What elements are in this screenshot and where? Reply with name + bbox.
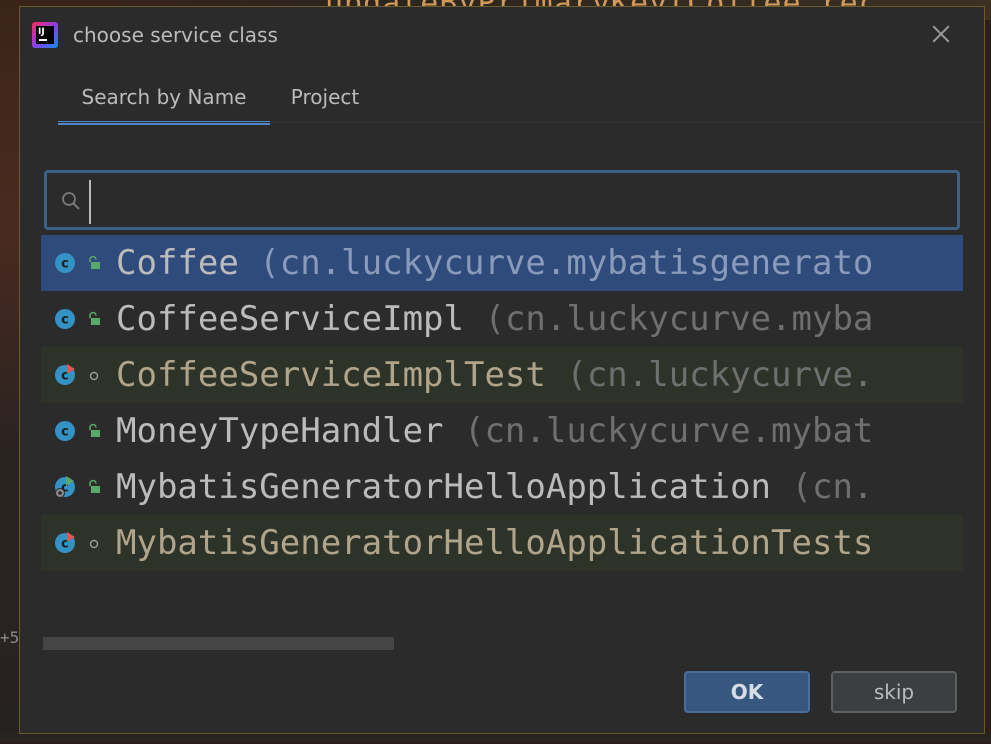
test-class-icon: c (55, 532, 75, 553)
public-lock-icon (89, 479, 100, 493)
class-name: CoffeeServiceImpl (cn.luckycurve.myba (116, 299, 874, 339)
public-lock-icon (89, 311, 100, 325)
test-class-icon: c (55, 364, 75, 385)
dialog-title: choose service class (73, 23, 278, 47)
list-item-mybatis-generator-hello-application-tests[interactable]: c MybatisGeneratorHelloApplicationTests (41, 515, 963, 571)
public-lock-icon (89, 255, 100, 269)
spring-boot-app-icon: c (55, 476, 75, 498)
text-caret (89, 180, 91, 224)
svg-text:c: c (61, 257, 69, 272)
search-field[interactable] (44, 170, 960, 230)
class-results-list[interactable]: c Coffee (cn.luckycurve.mybatisgenerato … (41, 235, 963, 571)
public-lock-icon (89, 423, 100, 437)
choose-service-class-dialog: IJ choose service class Search by Name P… (19, 6, 986, 734)
package-private-icon (89, 371, 99, 381)
tab-search-by-name[interactable]: Search by Name (58, 79, 270, 125)
svg-text:c: c (61, 313, 69, 328)
close-icon[interactable] (928, 21, 954, 47)
list-item-coffee-service-impl-test[interactable]: c CoffeeServiceImplTest (cn.luckycurve. (41, 347, 963, 403)
search-icon (62, 192, 80, 210)
list-item-coffee-service-impl[interactable]: c CoffeeServiceImpl (cn.luckycurve.myba (41, 291, 963, 347)
class-icon: c (55, 421, 75, 441)
tab-project[interactable]: Project (280, 79, 370, 125)
class-name: MoneyTypeHandler (cn.luckycurve.mybat (116, 411, 874, 451)
skip-button[interactable]: skip (831, 671, 957, 713)
list-item-money-type-handler[interactable]: c MoneyTypeHandler (cn.luckycurve.mybat (41, 403, 963, 459)
class-name: Coffee (cn.luckycurve.mybatisgenerato (116, 243, 874, 283)
intellij-logo-icon: IJ (32, 22, 58, 48)
list-item-mybatis-generator-hello-application[interactable]: c MybatisGeneratorHelloApplication (cn. (41, 459, 963, 515)
class-name: MybatisGeneratorHelloApplicationTests (116, 523, 874, 563)
tab-divider (58, 122, 986, 123)
horizontal-scrollbar[interactable] (43, 637, 394, 650)
background-gutter-text: +5 (0, 628, 20, 647)
package-private-icon (89, 539, 99, 549)
class-icon: c (55, 309, 75, 329)
title-bar: IJ choose service class (20, 7, 984, 63)
search-input[interactable] (89, 175, 953, 227)
class-name: MybatisGeneratorHelloApplication (cn. (116, 467, 874, 507)
class-icon: c (55, 253, 75, 273)
class-name: CoffeeServiceImplTest (cn.luckycurve. (116, 355, 874, 395)
svg-text:c: c (61, 425, 69, 440)
list-item-coffee[interactable]: c Coffee (cn.luckycurve.mybatisgenerato (41, 235, 963, 291)
ok-button[interactable]: OK (684, 671, 810, 713)
